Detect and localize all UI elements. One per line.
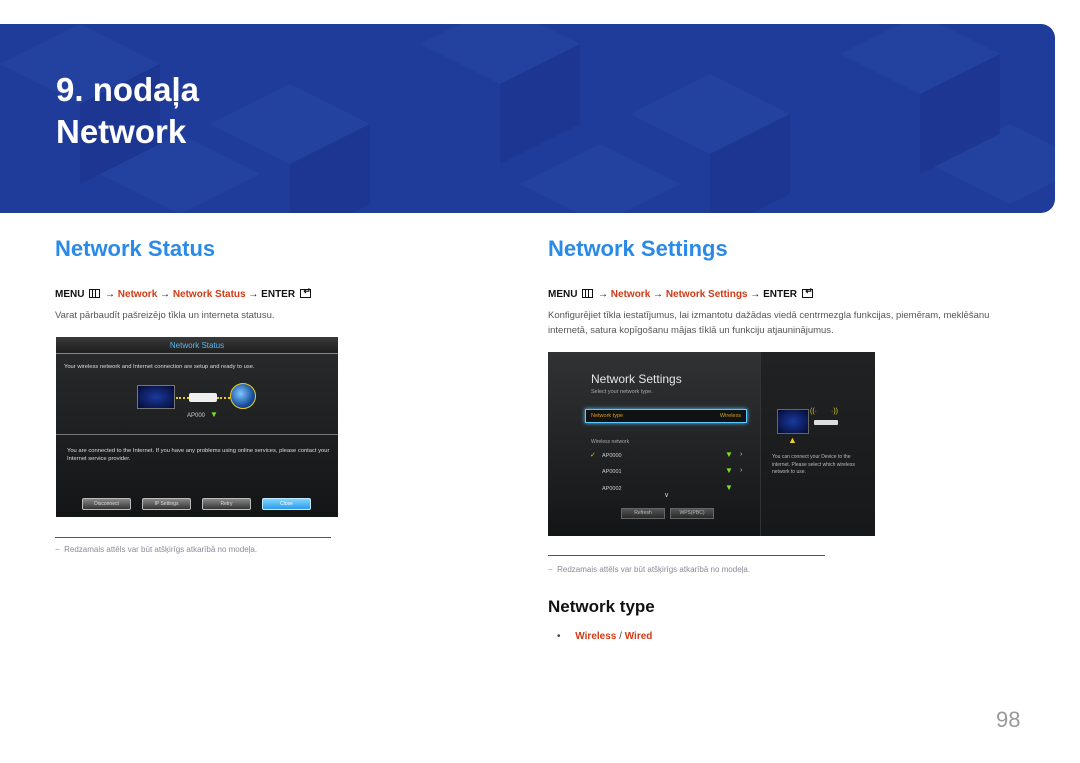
network-settings-screenshot: Network Settings Select your network typ… [548,352,875,536]
menu-grid-icon [89,289,101,298]
path-step-network-status: Network Status [172,289,246,300]
chapter-number: 9. nodaļa [56,71,200,108]
wifi-signal-icon: ▼ [725,466,733,475]
ap-name: AP000 [187,413,206,419]
path-step-network: Network [610,289,651,300]
arrow: → [105,289,116,300]
chevron-down-icon[interactable]: ∨ [664,491,669,499]
close-button[interactable]: Close [262,498,311,510]
disconnect-button[interactable]: Disconnect [82,498,131,510]
screen-title: Network Settings [591,372,682,386]
network-type-options: • Wireless / Wired [557,631,652,642]
network-settings-menu-path: MENU → Network → Network Settings → ENTE… [548,286,815,300]
chevron-right-icon: › [740,467,743,474]
globe-icon [230,383,256,409]
arrow: → [653,289,664,300]
tv-icon [137,385,175,409]
enter-label: ENTER [261,289,296,300]
connection-line [217,397,230,399]
wifi-signal-icon: ▼ [210,410,218,419]
screen-title-bar: Network Status [56,337,338,354]
network-type-selector[interactable]: Network type Wireless [585,409,747,423]
network-status-description: Varat pārbaudīt pašreizējo tīkla un inte… [55,310,275,321]
option-separator: / [619,631,622,642]
wifi-signal-icon: ▲ [788,435,797,445]
side-panel [760,352,875,536]
side-help-text: You can connect your Device to the inter… [772,454,855,475]
screen-message-connected: You are connected to the Internet. If yo… [67,448,330,462]
wifi-signal-icon: ▼ [725,483,733,492]
router-icon [189,393,217,402]
wifi-waves-icon: ·)) [831,408,838,415]
arrow: → [160,289,171,300]
enter-label: ENTER [763,289,797,300]
enter-icon [801,286,813,298]
bullet-dot: • [557,631,561,642]
wifi-waves-icon: ((· [810,408,817,415]
arrow: → [598,289,609,300]
chapter-title: Network [56,113,187,150]
note-text: Redzamais attēls var būt atšķirīgs atkar… [557,565,751,574]
note-text: Redzamais attēls var būt atšķirīgs atkar… [64,545,258,554]
menu-label: MENU [548,289,578,300]
note-divider [55,537,331,538]
network-status-heading: Network Status [55,236,216,261]
checkmark-icon: ✓ [590,452,596,459]
path-step-network-settings: Network Settings [665,289,748,300]
chevron-right-icon: › [740,451,743,458]
network-settings-description: Konfigurējiet tīkla iestatījumus, lai iz… [548,310,990,336]
wifi-signal-icon: ▼ [725,450,733,459]
note-dash: − [548,565,558,574]
network-type-label: Network type [591,413,624,419]
note-dash: − [55,545,65,554]
option-wired: Wired [624,631,653,642]
network-type-value: Wireless [719,413,741,419]
path-step-network: Network [117,289,158,300]
model-note: − Redzamais attēls var būt atšķirīgs atk… [55,545,257,554]
wireless-network-label: Wireless network [591,439,630,445]
network-status-menu-path: MENU → Network → Network Status → ENTER [55,286,313,300]
divider [56,434,338,435]
ap-name: AP0001 [602,469,622,475]
enter-icon [299,286,311,298]
model-note: − Redzamais attēls var būt atšķirīgs atk… [548,565,750,574]
menu-label: MENU [55,289,85,300]
network-settings-heading: Network Settings [548,236,728,261]
refresh-button[interactable]: Refresh [621,508,665,519]
connection-line [176,397,189,399]
ap-name: AP0002 [602,486,622,492]
wps-button[interactable]: WPS(PBC) [670,508,714,519]
arrow: → [248,289,259,300]
chapter-banner: 9. nodaļa Network [0,24,1055,213]
retry-button[interactable]: Retry [202,498,251,510]
router-icon [814,420,838,425]
screen-subtitle: Select your network type. [591,389,653,395]
screen-title: Network Status [169,341,225,350]
tv-icon [777,409,809,434]
arrow: → [750,289,761,300]
page-number: 98 [996,707,1021,732]
note-divider [548,555,825,556]
option-wireless: Wireless [575,631,617,642]
menu-grid-icon [582,289,594,298]
screen-message-ready: Your wireless network and Internet conne… [64,364,255,370]
network-status-screenshot: Network Status Your wireless network and… [56,337,338,517]
ip-settings-button[interactable]: IP Settings [142,498,191,510]
ap-name: AP0000 [602,453,622,459]
network-type-heading: Network type [548,597,655,616]
